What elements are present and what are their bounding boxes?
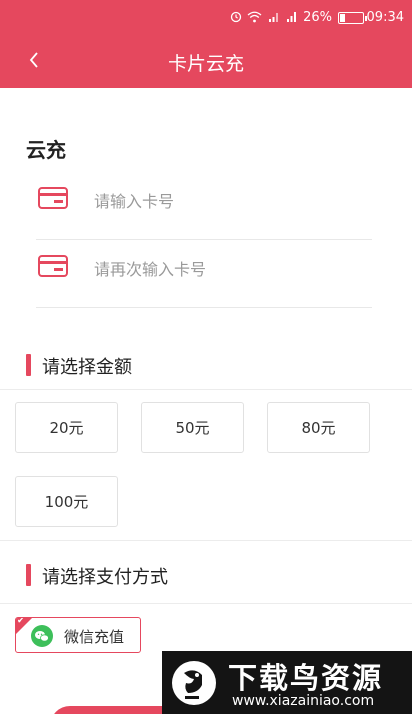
divider (0, 603, 412, 604)
battery-icon (338, 12, 367, 24)
amount-option-50[interactable]: 50元 (141, 402, 244, 453)
wechat-pay-option[interactable]: ✔ 微信充值 (15, 617, 141, 653)
wechat-pay-label: 微信充值 (64, 628, 125, 646)
amount-section-label: 请选择金额 (42, 357, 132, 378)
card-number-confirm-row (36, 240, 372, 308)
section-marker (26, 354, 31, 376)
payment-section-label: 请选择支付方式 (42, 567, 168, 588)
check-icon: ✔ (17, 617, 25, 626)
amount-option-20[interactable]: 20元 (15, 402, 118, 453)
status-bar: 26% 09:34 (0, 0, 412, 36)
amount-option-100[interactable]: 100元 (15, 476, 118, 527)
card-icon (38, 254, 68, 282)
signal-icon (268, 11, 280, 26)
wechat-icon (31, 625, 53, 651)
payment-section-title: 请选择支付方式 (26, 563, 168, 589)
clock-time: 09:34 (366, 10, 404, 25)
bird-logo-icon (170, 659, 220, 711)
card-number-row (36, 172, 372, 240)
alarm-icon (230, 11, 242, 26)
watermark: 下载鸟资源 www.xiazainiao.com (162, 651, 412, 714)
watermark-url: www.xiazainiao.com (232, 693, 375, 709)
title-bar: 卡片云充 (0, 36, 412, 88)
signal-icon (286, 11, 298, 26)
amount-option-80[interactable]: 80元 (267, 402, 370, 453)
battery-percent: 26% (303, 10, 332, 25)
watermark-title: 下载鸟资源 (228, 661, 384, 695)
card-number-input[interactable] (94, 186, 354, 216)
section-marker (26, 564, 31, 586)
card-icon (38, 186, 68, 214)
divider (0, 389, 412, 390)
amount-section-title: 请选择金额 (26, 353, 132, 379)
card-number-confirm-input[interactable] (94, 254, 354, 284)
section-title: 云充 (26, 138, 66, 162)
page-title: 卡片云充 (167, 53, 244, 75)
divider (0, 540, 412, 541)
wifi-icon (247, 11, 262, 26)
